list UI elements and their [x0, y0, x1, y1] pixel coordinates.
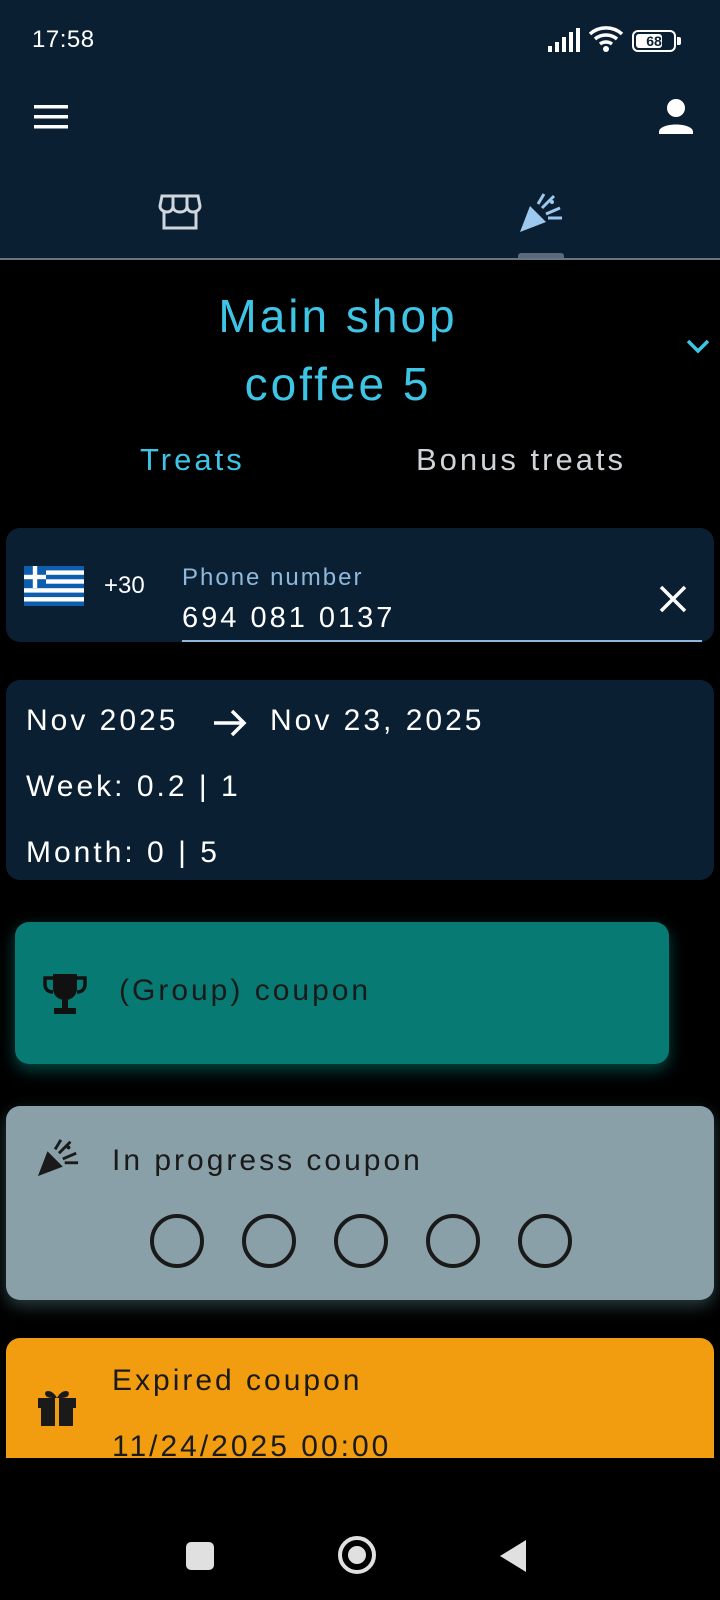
shop-program: coffee 5 — [244, 358, 432, 410]
trophy-icon — [43, 974, 87, 1014]
tab-treats[interactable] — [360, 178, 720, 256]
arrow-right-icon — [214, 709, 247, 737]
expired-coupon-label: Expired coupon — [112, 1364, 363, 1397]
stamp-empty-icon — [518, 1214, 572, 1268]
party-popper-icon — [520, 193, 562, 232]
shop-selector[interactable]: Main shop coffee 5 — [0, 282, 676, 418]
recents-button[interactable] — [186, 1542, 214, 1570]
stamp-empty-icon — [150, 1214, 204, 1268]
system-nav-bar — [0, 1458, 720, 1600]
home-button[interactable] — [338, 1536, 376, 1574]
tab-bonus-treats[interactable]: Bonus treats — [416, 442, 626, 478]
in-progress-coupon-card[interactable]: In progress coupon — [6, 1106, 714, 1300]
group-coupon-card[interactable]: (Group) coupon — [15, 922, 669, 1064]
wifi-icon — [588, 26, 624, 52]
greece-flag-icon[interactable] — [24, 566, 84, 606]
account-icon[interactable] — [655, 96, 697, 138]
divider — [0, 258, 720, 260]
phone-input-card: +30 Phone number 694 081 0137 — [6, 528, 714, 642]
phone-number-field[interactable]: 694 081 0137 — [182, 602, 395, 635]
top-app-bar: 17:58 68 — [0, 0, 720, 259]
shop-name: Main shop — [218, 290, 458, 342]
party-popper-icon — [37, 1139, 79, 1177]
chevron-down-icon[interactable] — [684, 336, 712, 356]
status-time: 17:58 — [32, 26, 95, 53]
stats-card: Nov 2025 Nov 23, 2025 Week: 0.2 | 1 Mont… — [6, 680, 714, 880]
status-bar: 17:58 68 — [0, 0, 720, 80]
group-coupon-label: (Group) coupon — [119, 974, 372, 1007]
close-icon[interactable] — [658, 584, 688, 614]
expired-coupon-card[interactable]: Expired coupon 11/24/2025 00:00 — [6, 1338, 714, 1463]
week-stat: Week: 0.2 | 1 — [26, 770, 241, 803]
in-progress-coupon-label: In progress coupon — [112, 1144, 423, 1177]
phone-field-underline — [182, 640, 702, 642]
dial-code[interactable]: +30 — [104, 572, 145, 600]
tab-shops[interactable] — [0, 178, 360, 256]
date-range-start[interactable]: Nov 2025 — [26, 704, 178, 738]
signal-icon — [548, 28, 580, 52]
phone-field-label: Phone number — [182, 564, 364, 591]
stamp-empty-icon — [334, 1214, 388, 1268]
month-stat: Month: 0 | 5 — [26, 836, 220, 869]
store-icon — [158, 194, 202, 230]
stamp-empty-icon — [242, 1214, 296, 1268]
battery-level: 68 — [646, 33, 662, 49]
battery-icon: 68 — [632, 30, 681, 52]
menu-icon[interactable] — [30, 96, 72, 138]
date-range-end[interactable]: Nov 23, 2025 — [270, 704, 484, 738]
tab-treats-list[interactable]: Treats — [140, 442, 245, 478]
back-button[interactable] — [500, 1540, 526, 1572]
stamp-empty-icon — [426, 1214, 480, 1268]
gift-icon — [38, 1391, 76, 1426]
